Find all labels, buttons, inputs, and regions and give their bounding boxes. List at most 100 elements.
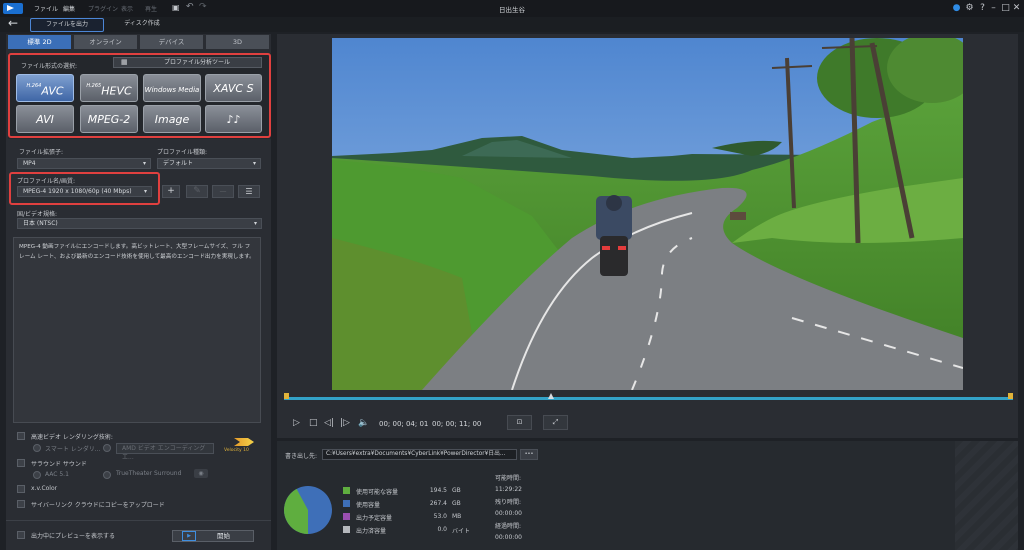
video-preview — [332, 38, 963, 390]
extension-dropdown[interactable]: MP4 ▾ — [17, 158, 151, 169]
mark-out-handle[interactable] — [1008, 393, 1013, 399]
profile-name-dropdown[interactable]: MPEG-4 1920 x 1080/60p (40 Mbps) ▾ — [17, 186, 152, 197]
tab-create-disc[interactable]: ディスク作成 — [110, 18, 174, 30]
truetheater-label: TrueTheater Surround — [116, 470, 182, 477]
preview-output-checkbox[interactable] — [17, 531, 25, 539]
legend-unit: バイト — [452, 528, 471, 535]
playhead-marker[interactable] — [548, 393, 554, 399]
format-button-6[interactable]: MPEG-2 — [80, 105, 138, 133]
edit-profile-button[interactable]: ✎ — [186, 185, 208, 198]
format-button-5[interactable]: AVI — [16, 105, 74, 133]
cyberlink-account-icon[interactable]: ● — [951, 3, 962, 14]
profile-analyzer-icon: ▦ — [121, 58, 128, 66]
close-icon[interactable]: ✕ — [1011, 3, 1022, 14]
format-button-label: Windows Media — [144, 86, 200, 94]
remove-profile-button[interactable]: — — [212, 185, 234, 198]
window-title: 日出生谷 — [499, 6, 525, 14]
video-standard-dropdown[interactable]: 日本 (NTSC) ▾ — [17, 218, 262, 229]
aac-radio[interactable] — [33, 471, 41, 479]
remaining-time-label: 残り時間: — [495, 499, 522, 506]
legend-swatch — [343, 500, 350, 507]
menu-playback[interactable]: 再生 — [145, 4, 157, 13]
xvcolor-checkbox[interactable] — [17, 485, 25, 493]
menu-file[interactable]: ファイル — [34, 4, 58, 13]
aac-label: AAC 5.1 — [45, 471, 69, 478]
snapshot-button[interactable]: ⊡ — [507, 415, 532, 430]
previous-frame-icon[interactable]: ◁| — [324, 418, 334, 428]
legend-label: 使用可能な容量 — [356, 489, 399, 496]
settings-gear-icon[interactable]: ⚙ — [964, 3, 975, 14]
file-format-label: ファイル形式の選択: — [21, 63, 78, 70]
menu-plugin[interactable]: プラグイン — [88, 4, 118, 13]
start-button[interactable]: ▶ 開始 — [172, 530, 254, 542]
surround-checkbox[interactable] — [17, 459, 25, 467]
profile-type-dropdown[interactable]: デフォルト ▾ — [157, 158, 261, 169]
format-button-4[interactable]: XAVC S — [205, 74, 262, 102]
format-button-3[interactable]: Windows Media — [143, 74, 201, 102]
format-button-1[interactable]: H.264AVC — [16, 74, 74, 102]
cloud-upload-label: サイバーリンク クラウドにコピーをアップロード — [31, 502, 165, 509]
video-standard-label: 国/ビデオ規格: — [17, 211, 58, 218]
legend-label: 使用容量 — [356, 502, 381, 509]
redo-icon[interactable]: ↷ — [199, 2, 207, 12]
legend-value: 0.0 — [437, 526, 447, 533]
hw-encode-radio[interactable] — [103, 444, 111, 452]
play-icon[interactable]: ▷ — [293, 418, 300, 428]
remaining-time-value: 00:00:00 — [495, 510, 522, 517]
stop-icon[interactable]: □ — [309, 418, 318, 428]
format-button-label: AVI — [36, 113, 54, 126]
menu-view[interactable]: 表示 — [121, 4, 133, 13]
profile-analyzer-button[interactable]: ▦ プロファイル分析ツール — [113, 57, 262, 68]
fullscreen-button[interactable]: ⤢ — [543, 415, 568, 430]
tab-standard-2d[interactable]: 標準 2D — [8, 35, 71, 49]
maximize-icon[interactable]: □ — [1000, 3, 1011, 14]
format-button-label: Image — [154, 113, 190, 126]
tab-3d[interactable]: 3D — [206, 35, 269, 49]
back-arrow-icon[interactable]: ← — [8, 16, 18, 30]
browse-button[interactable]: ••• — [520, 449, 538, 460]
profile-name-value: MPEG-4 1920 x 1080/60p (40 Mbps) — [23, 188, 132, 195]
profile-type-label: プロファイル種類: — [157, 149, 208, 156]
add-profile-button[interactable]: + — [162, 185, 180, 198]
truetheater-radio[interactable] — [103, 471, 111, 479]
menu-edit[interactable]: 編集 — [63, 4, 75, 13]
tab-online[interactable]: オンライン — [74, 35, 137, 49]
elapsed-time-label: 経過時間: — [495, 523, 522, 530]
format-button-label: HEVC — [101, 84, 132, 98]
preview-output-label: 出力中にプレビューを表示する — [31, 533, 116, 540]
hw-encode-dropdown[interactable]: AMD ビデオ エンコーディング エ... — [116, 443, 214, 461]
volume-icon[interactable]: 🔈 — [358, 418, 369, 428]
timeline-bar[interactable] — [284, 397, 1013, 400]
fullscreen-icon: ⤢ — [552, 418, 559, 426]
output-path-field[interactable]: C:¥Users¥extra¥Documents¥CyberLink¥Power… — [322, 449, 517, 460]
minimize-icon[interactable]: – — [988, 3, 999, 14]
help-icon[interactable]: ? — [977, 3, 988, 14]
tab-produce-file[interactable]: ファイルを出力 — [30, 18, 104, 32]
camera-icon: ⊡ — [516, 418, 523, 426]
truetheater-settings-button[interactable]: ◉ — [194, 469, 208, 478]
format-button-2[interactable]: H.265HEVC — [80, 74, 138, 102]
cloud-upload-checkbox[interactable] — [17, 500, 25, 508]
undo-icon[interactable]: ↶ — [186, 2, 194, 12]
profile-details-button[interactable]: ☰ — [238, 185, 260, 198]
profile-name-label: プロファイル名/画質: — [17, 178, 76, 185]
fast-render-checkbox[interactable] — [17, 432, 25, 440]
disk-usage-pie — [284, 486, 332, 534]
xvcolor-label: x.v.Color — [31, 485, 58, 492]
chevron-down-icon: ▾ — [253, 220, 257, 227]
timecode-current: 00; 00; 04; 01 — [379, 420, 429, 428]
surround-label: サラウンド サウンド — [31, 461, 87, 468]
profile-description: MPEG-4 動画ファイルにエンコードします。高ビットレート、大型フレームサイズ… — [13, 237, 261, 423]
format-button-8[interactable]: ♪♪ — [205, 105, 262, 133]
decorative-pattern — [955, 441, 1018, 550]
legend-label: 出力予定容量 — [356, 515, 393, 522]
format-button-7[interactable]: Image — [143, 105, 201, 133]
divider — [6, 520, 271, 521]
next-frame-icon[interactable]: |▷ — [340, 418, 350, 428]
legend-value: 53.0 — [433, 513, 447, 520]
save-icon[interactable]: ▣ — [172, 3, 180, 12]
mark-in-handle[interactable] — [284, 393, 289, 399]
smart-render-label: スマート レンダリ... — [45, 446, 101, 453]
smart-render-radio[interactable] — [33, 444, 41, 452]
tab-device[interactable]: デバイス — [140, 35, 203, 49]
